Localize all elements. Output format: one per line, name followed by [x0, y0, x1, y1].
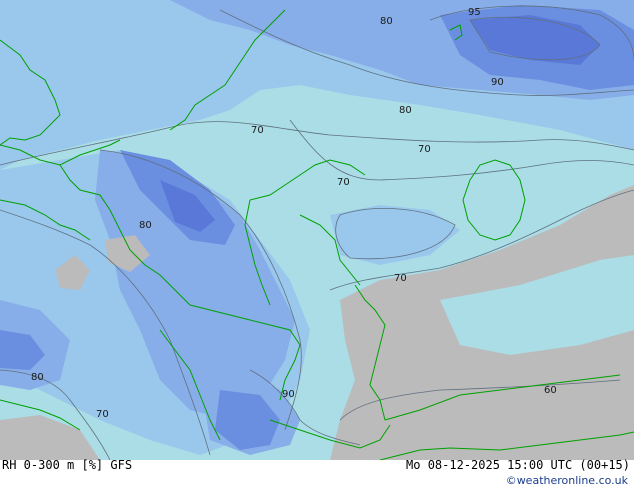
- contour-label: 80: [399, 105, 412, 116]
- contour-label: 80: [31, 372, 44, 383]
- contour-label: 70: [337, 177, 350, 188]
- contour-label: 95: [468, 7, 481, 18]
- rh-map: 95 90 80 80 70 70 70 80 70 80 70 90 60 R…: [0, 0, 634, 490]
- contour-label: 70: [418, 144, 431, 155]
- contour-label: 90: [282, 389, 295, 400]
- contour-label: 80: [139, 220, 152, 231]
- site-credit[interactable]: ©weatheronline.co.uk: [506, 474, 629, 487]
- map-title: RH 0-300 m [%] GFS: [2, 458, 132, 472]
- contour-label: 70: [251, 125, 264, 136]
- contour-label: 70: [394, 273, 407, 284]
- valid-time: Mo 08-12-2025 15:00 UTC (00+15): [406, 458, 630, 472]
- contour-label: 60: [544, 385, 557, 396]
- contour-label: 90: [491, 77, 504, 88]
- contour-label: 80: [380, 16, 393, 27]
- contour-label: 70: [96, 409, 109, 420]
